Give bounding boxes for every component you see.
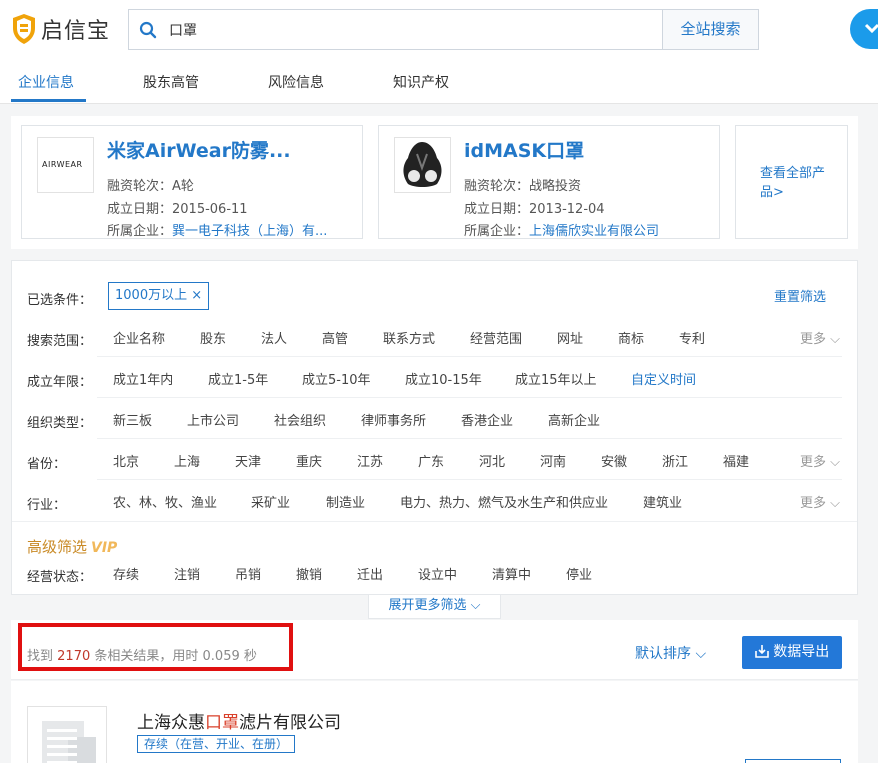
product-card[interactable]: AIRWEAR 米家AirWear防雾... 融资轮次：A轮 成立日期：2015… [21,125,363,239]
status-option[interactable]: 撤销 [296,564,322,583]
download-icon [754,645,769,658]
search-icon [139,21,157,39]
selected-filter-chip[interactable]: 1000万以上 × [108,282,210,310]
scope-label: 搜索范围： [27,334,93,349]
tab-risk-info[interactable]: 风险信息 [268,72,324,92]
product-logo: AIRWEAR [37,137,94,193]
result-count-highlight [18,623,293,671]
row-action-button[interactable] [745,759,841,763]
company-line: 所属企业：上海儒欣实业有限公司 [464,224,660,239]
site-search-button[interactable]: 全站搜索 [662,10,758,49]
selected-conditions-label: 已选条件： [27,293,93,308]
advanced-filter-title: 高级筛选 VIP [27,538,118,556]
brand-name: 启信宝 [41,19,111,44]
industry-option[interactable]: 农、林、牧、渔业 [113,492,217,511]
divider [97,316,842,357]
status-option[interactable]: 注销 [174,564,200,583]
chevron-down-icon: ⌵ [470,598,481,613]
industry-option[interactable]: 采矿业 [251,492,290,511]
expand-more-filters-button[interactable]: 展开更多筛选 ⌵ [368,595,501,619]
status-option[interactable]: 停业 [566,564,592,583]
industry-label: 行业： [27,498,67,513]
funding-line: 融资轮次：A轮 [107,179,194,194]
product-image [394,137,451,193]
divider [97,398,842,439]
vip-badge: VIP [91,540,118,556]
search-input[interactable] [169,18,649,42]
company-link[interactable]: 巽一电子科技（上海）有... [172,224,327,239]
divider [12,521,857,522]
industry-option[interactable]: 电力、热力、燃气及水生产和供应业 [400,492,608,511]
industry-option[interactable]: 制造业 [326,492,365,511]
shield-logo-icon [13,14,35,44]
more-dropdown[interactable]: 更多 ⌵ [800,492,840,511]
company-link[interactable]: 上海儒欣实业有限公司 [529,224,659,239]
chevron-down-icon: ⌵ [830,496,841,511]
brand-logo[interactable]: 启信宝 [11,12,110,46]
status-option[interactable]: 设立中 [418,564,457,583]
reset-filters-button[interactable]: 重置筛选 [774,286,826,305]
company-row[interactable]: 上海众惠口罩滤片有限公司 存续（在营、开业、在册） [11,681,858,763]
product-title[interactable]: 米家AirWear防雾... [107,136,291,163]
product-section: AIRWEAR 米家AirWear防雾... 融资轮次：A轮 成立日期：2015… [11,116,858,249]
status-option[interactable]: 吊销 [235,564,261,583]
view-all-products-button[interactable]: 查看全部产品> [735,125,848,239]
tab-ip[interactable]: 知识产权 [393,72,449,92]
product-title[interactable]: idMASK口罩 [464,136,584,163]
org-type-label: 组织类型： [27,416,93,431]
status-option[interactable]: 迁出 [357,564,383,583]
sort-dropdown[interactable]: 默认排序 ⌵ [635,643,706,663]
product-card[interactable]: idMASK口罩 融资轮次：战略投资 成立日期：2013-12-04 所属企业：… [378,125,720,239]
app-download-button[interactable] [850,9,878,49]
divider [97,357,842,398]
filter-panel: 已选条件： 1000万以上 × 重置筛选 搜索范围： 企业名称 股东 法人 高管… [11,260,858,619]
company-line: 所属企业：巽一电子科技（上海）有... [107,224,328,239]
chevron-down-icon: ⌵ [695,646,707,662]
industry-option[interactable]: 建筑业 [643,492,682,511]
tab-shareholders[interactable]: 股东高管 [143,72,199,92]
app-icon [864,23,878,34]
company-name[interactable]: 上海众惠口罩滤片有限公司 [137,708,341,733]
status-option[interactable]: 清算中 [492,564,531,583]
search-box: 全站搜索 [128,9,759,50]
years-label: 成立年限： [27,375,93,390]
export-data-button[interactable]: 数据导出 [742,636,842,669]
date-line: 成立日期：2015-06-11 [107,202,248,217]
date-line: 成立日期：2013-12-04 [464,202,605,217]
company-logo [27,706,107,763]
status-badge: 存续（在营、开业、在册） [137,735,296,753]
funding-line: 融资轮次：战略投资 [464,179,582,194]
province-label: 省份： [27,457,67,472]
building-icon [42,721,96,763]
active-tab-indicator [11,99,86,102]
tab-enterprise-info[interactable]: 企业信息 [18,72,74,92]
divider [97,439,842,480]
top-header: 启信宝 全站搜索 企业信息 股东高管 风险信息 知识产权 [0,0,878,104]
status-label: 经营状态： [27,570,93,585]
status-option[interactable]: 存续 [113,564,139,583]
airwear-logo-text: AIRWEAR [42,160,83,169]
mask-icon [403,142,442,187]
